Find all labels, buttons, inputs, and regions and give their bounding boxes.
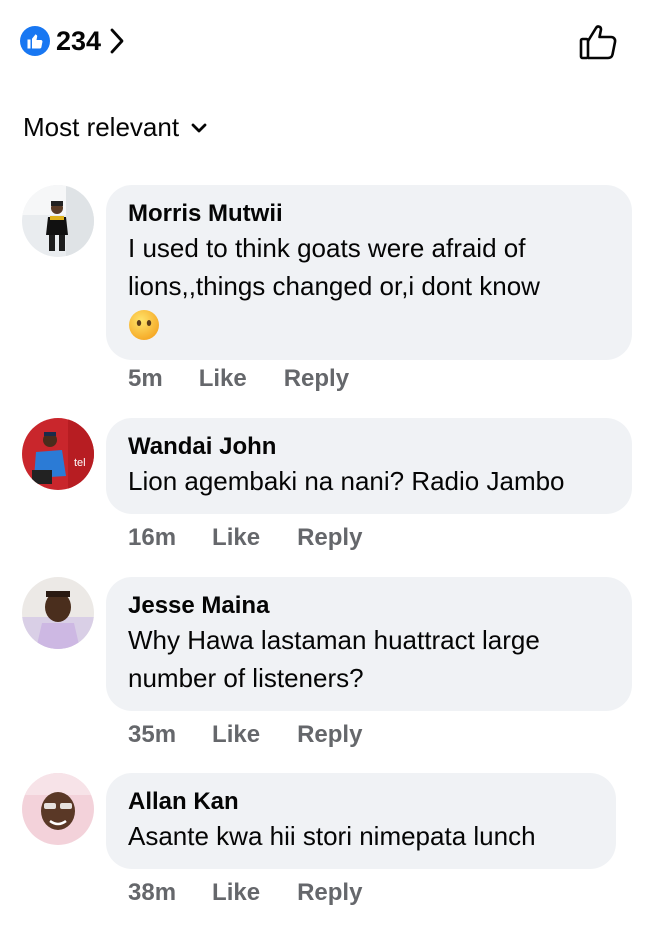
comment-time[interactable]: 16m xyxy=(128,524,176,552)
comment-meta: 35m Like Reply xyxy=(128,721,362,749)
avatar[interactable]: tel xyxy=(22,418,94,490)
comment-author[interactable]: Allan Kan xyxy=(128,787,596,817)
comment-author[interactable]: Wandai John xyxy=(128,432,612,462)
like-badge-icon xyxy=(20,26,50,56)
like-action-button[interactable]: Like xyxy=(212,721,260,749)
reply-action-button[interactable]: Reply xyxy=(297,524,362,552)
chevron-down-icon xyxy=(191,122,207,134)
svg-text:tel: tel xyxy=(74,457,86,469)
comment-meta: 38m Like Reply xyxy=(128,879,362,907)
like-action-button[interactable]: Like xyxy=(199,365,247,393)
comment-text: Asante kwa hii stori nimepata lunch xyxy=(128,821,536,851)
comment-author[interactable]: Morris Mutwii xyxy=(128,199,612,229)
comment-author[interactable]: Jesse Maina xyxy=(128,591,612,621)
comment-bubble[interactable]: Jesse Maina Why Hawa lastaman huattract … xyxy=(106,577,632,711)
comment-time[interactable]: 38m xyxy=(128,879,176,907)
sort-label: Most relevant xyxy=(23,112,180,142)
like-action-button[interactable]: Like xyxy=(212,524,260,552)
comment-text: I used to think goats were afraid of lio… xyxy=(128,233,540,301)
comment-time[interactable]: 35m xyxy=(128,721,176,749)
neutral-face-emoji-icon xyxy=(128,309,612,346)
comment-meta: 16m Like Reply xyxy=(128,524,362,552)
comment-text: Why Hawa lastaman huattract large number… xyxy=(128,625,540,693)
reactions-header: 234 xyxy=(0,0,654,82)
comment-bubble[interactable]: Wandai John Lion agembaki na nani? Radio… xyxy=(106,418,632,514)
avatar[interactable] xyxy=(22,577,94,649)
reaction-count: 234 xyxy=(56,25,102,56)
comment-meta: 5m Like Reply xyxy=(128,365,349,393)
like-button-icon[interactable] xyxy=(578,22,620,62)
sort-dropdown[interactable]: Most relevant xyxy=(23,112,207,143)
comment-bubble[interactable]: Allan Kan Asante kwa hii stori nimepata … xyxy=(106,773,616,869)
reply-action-button[interactable]: Reply xyxy=(297,721,362,749)
avatar[interactable] xyxy=(22,185,94,257)
reaction-summary[interactable]: 234 xyxy=(20,24,125,58)
reply-action-button[interactable]: Reply xyxy=(284,365,349,393)
chevron-right-icon xyxy=(109,28,125,54)
comment-bubble[interactable]: Morris Mutwii I used to think goats were… xyxy=(106,185,632,360)
reply-action-button[interactable]: Reply xyxy=(297,879,362,907)
comment-time[interactable]: 5m xyxy=(128,365,163,393)
avatar[interactable] xyxy=(22,773,94,845)
comment-text: Lion agembaki na nani? Radio Jambo xyxy=(128,466,565,496)
like-action-button[interactable]: Like xyxy=(212,879,260,907)
